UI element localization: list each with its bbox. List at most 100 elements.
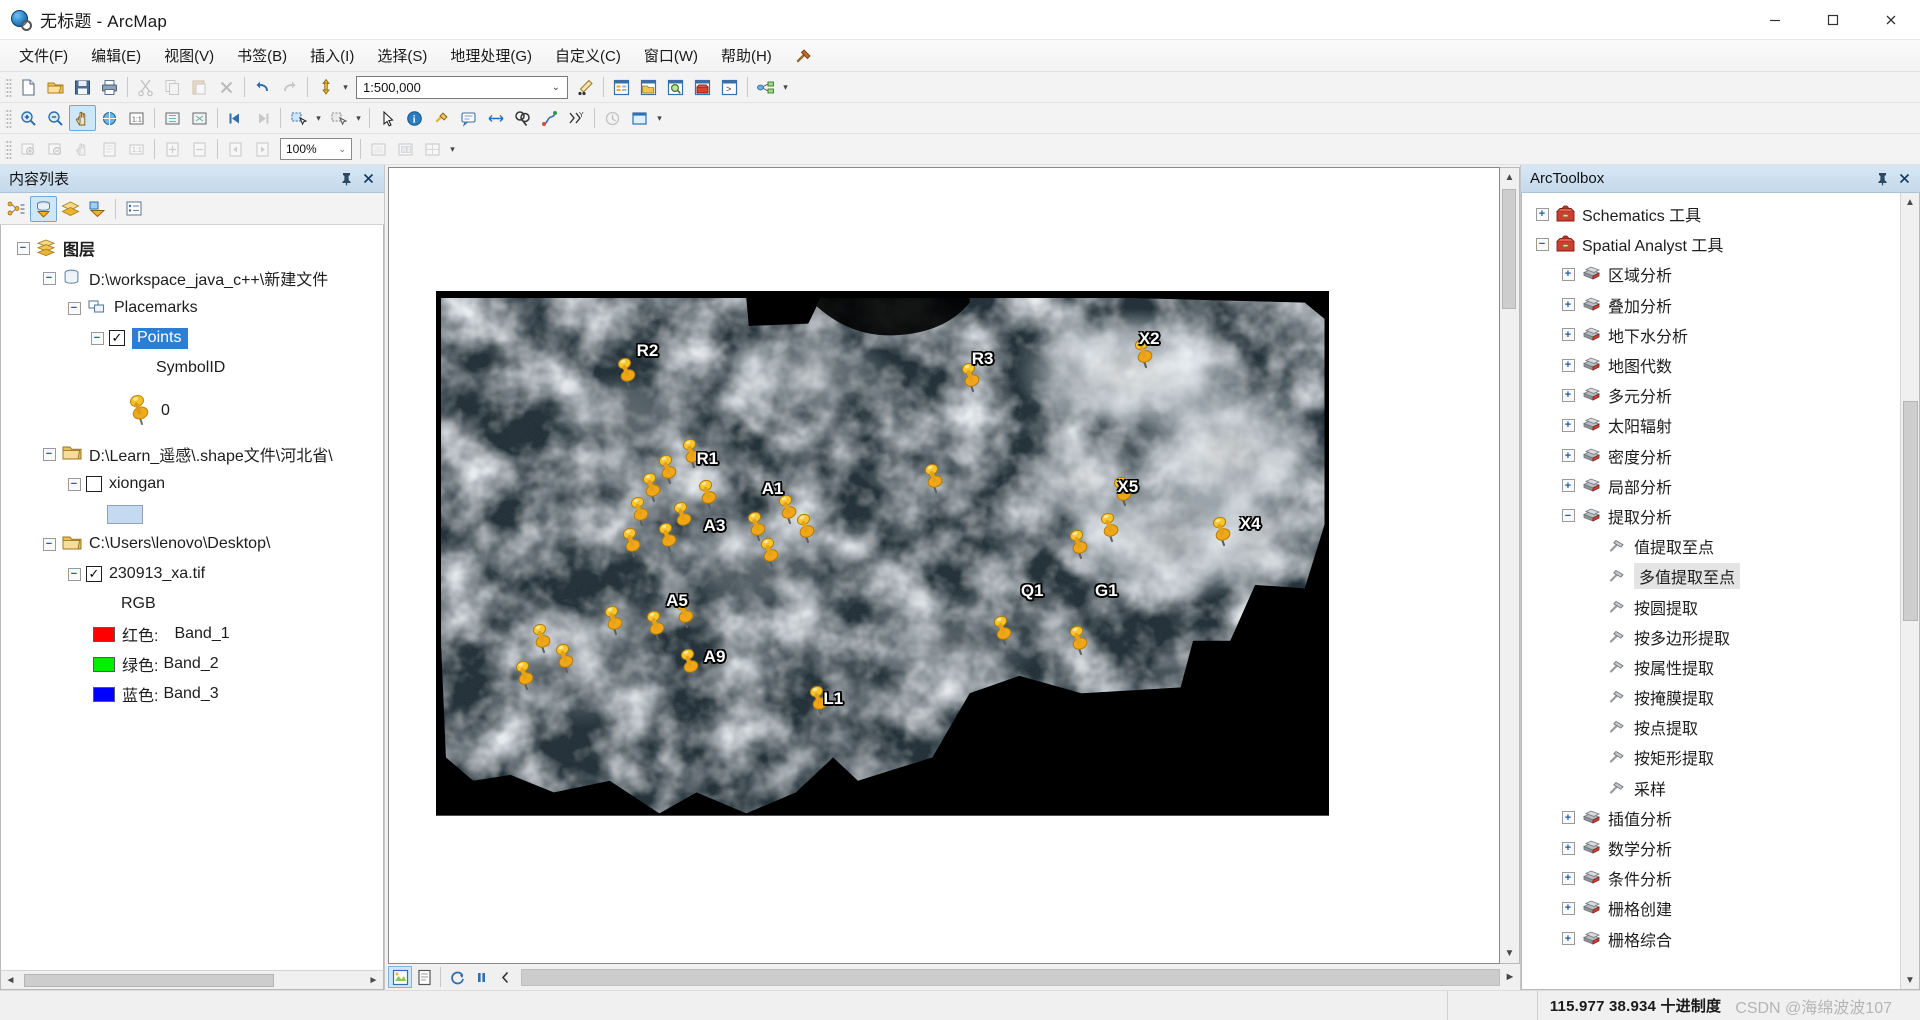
go-to-xy-icon[interactable]: Y: [563, 105, 590, 131]
create-viewer-window-icon[interactable]: [626, 105, 653, 131]
pin-icon[interactable]: [1873, 168, 1892, 190]
chevron-down-icon[interactable]: ⌄: [338, 144, 346, 155]
toc-band-green[interactable]: 绿色: Band_2: [1, 649, 383, 679]
map-placemark-pin[interactable]: [757, 533, 783, 569]
map-placemark-pin[interactable]: [512, 656, 538, 692]
map-placemark-pin[interactable]: [655, 518, 681, 554]
print-icon[interactable]: [96, 74, 123, 100]
refresh-view-icon[interactable]: [445, 966, 469, 988]
toolbar-grip[interactable]: [5, 139, 12, 159]
delete-icon[interactable]: [213, 74, 240, 100]
expand-collapse-icon[interactable]: −: [41, 270, 57, 286]
map-placemark-pin[interactable]: [1110, 472, 1136, 508]
map-placemark-pin[interactable]: [643, 606, 669, 642]
zoom-in-icon[interactable]: [15, 105, 42, 131]
tool-extract-by-rectangle[interactable]: 按矩形提取: [1522, 742, 1900, 772]
toolset-solar-radiation[interactable]: + 太阳辐射: [1522, 410, 1900, 440]
layout-zoom-in-icon[interactable]: [15, 136, 42, 162]
tool-sample[interactable]: 采样: [1522, 773, 1900, 803]
go-back-extent-icon[interactable]: [222, 136, 249, 162]
expand-collapse-icon[interactable]: −: [1560, 508, 1576, 524]
expand-collapse-icon[interactable]: +: [1560, 900, 1576, 916]
layout-view-button[interactable]: [412, 966, 436, 988]
expand-collapse-icon[interactable]: −: [66, 300, 82, 316]
data-view-button[interactable]: [388, 966, 412, 988]
scrollbar-track[interactable]: [1501, 187, 1518, 944]
maximize-button[interactable]: [1804, 0, 1862, 40]
redo-icon[interactable]: [276, 74, 303, 100]
chevron-down-icon[interactable]: ⌄: [552, 82, 560, 93]
toolset-local[interactable]: + 局部分析: [1522, 471, 1900, 501]
toolset-groundwater[interactable]: + 地下水分析: [1522, 320, 1900, 350]
find-route-icon[interactable]: [536, 105, 563, 131]
add-data-icon[interactable]: [312, 74, 339, 100]
next-extent-icon[interactable]: [249, 105, 276, 131]
map-placemark-pin[interactable]: [1066, 621, 1092, 657]
toc-layer-points[interactable]: − ✓ Points: [1, 323, 383, 353]
change-layout-icon[interactable]: [419, 136, 446, 162]
map-placemark-pin[interactable]: [601, 601, 627, 637]
catalog-icon[interactable]: [635, 74, 662, 100]
scroll-up-arrow-icon[interactable]: ▲: [1901, 193, 1919, 211]
fixed-zoom-out-icon[interactable]: [159, 105, 186, 131]
expand-collapse-icon[interactable]: −: [89, 330, 105, 346]
list-by-drawing-order-icon[interactable]: [3, 196, 30, 222]
toolbar-grip[interactable]: [5, 77, 12, 97]
toc-node-desktopfolder[interactable]: − C:\Users\lenovo\Desktop\: [1, 529, 383, 559]
map-scale-combobox[interactable]: 1:500,000 ⌄: [356, 75, 568, 99]
expand-collapse-icon[interactable]: +: [1560, 266, 1576, 282]
map-placemark-pin[interactable]: [529, 619, 555, 655]
toc-layer-xiongan[interactable]: − xiongan: [1, 469, 383, 499]
toc-node-workspace[interactable]: − D:\workspace_java_c++\新建文件: [1, 263, 383, 293]
expand-collapse-icon[interactable]: +: [1560, 448, 1576, 464]
map-placemark-pin[interactable]: [619, 523, 645, 559]
previous-extent-icon[interactable]: [222, 105, 249, 131]
zoom-100-icon[interactable]: 1:1: [123, 136, 150, 162]
scroll-down-arrow-icon[interactable]: ▼: [1500, 944, 1519, 963]
tool-extract-by-polygon[interactable]: 按多边形提取: [1522, 622, 1900, 652]
map-placemark-pin[interactable]: [1209, 512, 1235, 548]
map-placemark-pin[interactable]: [614, 353, 640, 389]
zoom-whole-page-icon[interactable]: [96, 136, 123, 162]
map-placemark-pin[interactable]: [1066, 525, 1092, 561]
tool-extract-by-points[interactable]: 按点提取: [1522, 712, 1900, 742]
close-button[interactable]: [1862, 0, 1920, 40]
fixed-zoom-in-page-icon[interactable]: [159, 136, 186, 162]
paste-icon[interactable]: [186, 74, 213, 100]
layer-visibility-checkbox[interactable]: ✓: [109, 330, 125, 346]
search-icon[interactable]: [662, 74, 689, 100]
layout-pan-icon[interactable]: [69, 136, 96, 162]
menu-edit[interactable]: 编辑(E): [80, 41, 152, 70]
expand-collapse-icon[interactable]: −: [41, 536, 57, 552]
toc-horizontal-scrollbar[interactable]: ◄ ►: [0, 970, 384, 990]
scrollbar-thumb[interactable]: [1902, 401, 1918, 621]
minimize-button[interactable]: [1746, 0, 1804, 40]
toolbox-spatial-analyst[interactable]: − Spatial Analyst 工具: [1522, 229, 1900, 259]
toolbox-schematics[interactable]: + Schematics 工具: [1522, 199, 1900, 229]
options-icon[interactable]: [120, 196, 147, 222]
expand-collapse-icon[interactable]: +: [1560, 357, 1576, 373]
list-by-source-icon[interactable]: [30, 195, 57, 222]
expand-collapse-icon[interactable]: −: [1534, 236, 1550, 252]
new-document-icon[interactable]: [15, 74, 42, 100]
menu-file[interactable]: 文件(F): [8, 41, 79, 70]
copy-icon[interactable]: [159, 74, 186, 100]
open-folder-icon[interactable]: [42, 74, 69, 100]
layout-overflow-icon[interactable]: ▾: [446, 136, 459, 162]
focus-data-frame-icon[interactable]: [392, 136, 419, 162]
layer-visibility-checkbox[interactable]: [86, 476, 102, 492]
red-swatch-icon[interactable]: [93, 626, 115, 642]
expand-collapse-icon[interactable]: +: [1560, 417, 1576, 433]
toolset-conditional[interactable]: + 条件分析: [1522, 863, 1900, 893]
undo-icon[interactable]: [249, 74, 276, 100]
python-window-icon[interactable]: >: [716, 74, 743, 100]
toc-field-symbolid[interactable]: SymbolID: [1, 353, 383, 383]
toc-node-shapefolder[interactable]: − D:\Learn_遥感\.shape文件\河北省\: [1, 439, 383, 469]
fixed-zoom-in-icon[interactable]: 1:1: [123, 105, 150, 131]
toggle-contents-icon[interactable]: [493, 966, 517, 988]
tool-extract-by-mask[interactable]: 按掩膜提取: [1522, 682, 1900, 712]
select-features-icon[interactable]: [285, 105, 312, 131]
identify-icon[interactable]: i: [401, 105, 428, 131]
model-builder-icon[interactable]: [752, 74, 779, 100]
find-icon[interactable]: [509, 105, 536, 131]
